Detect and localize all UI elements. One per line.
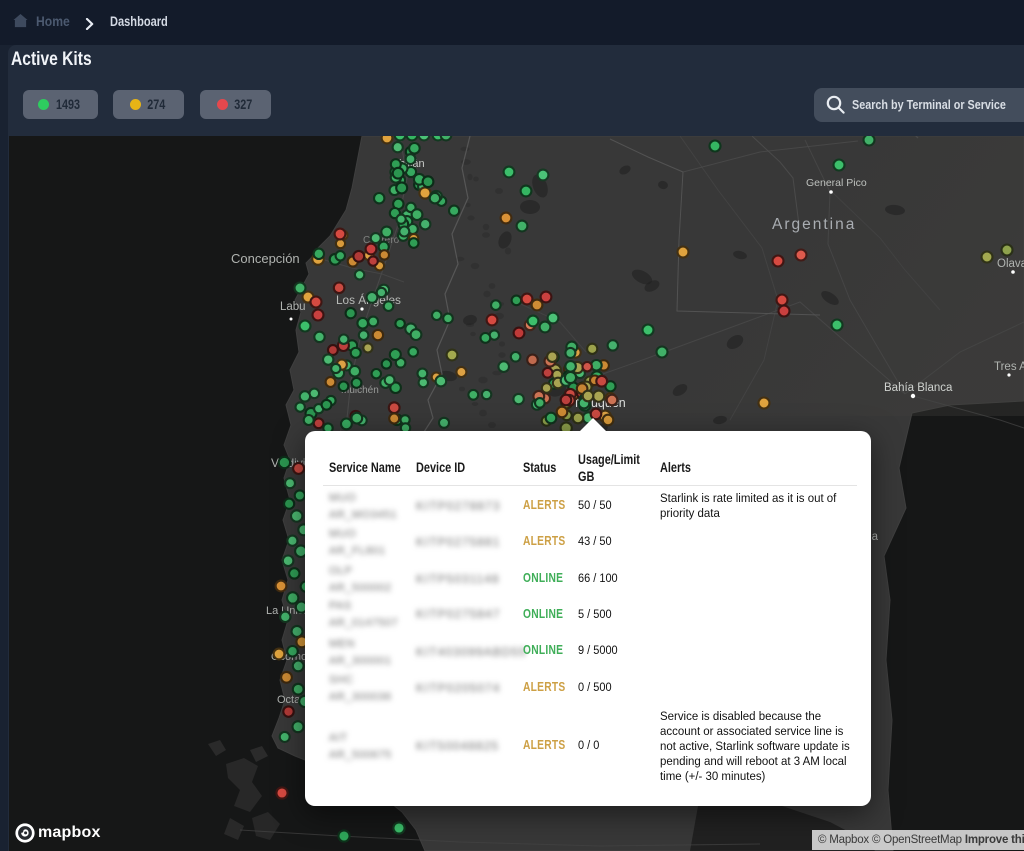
svg-text:Labu: Labu [280, 301, 306, 313]
svg-text:Argentina: Argentina [772, 216, 856, 233]
svg-text:General Pico: General Pico [806, 177, 867, 189]
svg-text:Olavar: Olavar [997, 258, 1024, 270]
svg-text:Bahía Blanca: Bahía Blanca [884, 382, 953, 394]
svg-text:Tres Arr: Tres Arr [994, 361, 1024, 373]
svg-text:Concepción: Concepción [231, 251, 300, 266]
